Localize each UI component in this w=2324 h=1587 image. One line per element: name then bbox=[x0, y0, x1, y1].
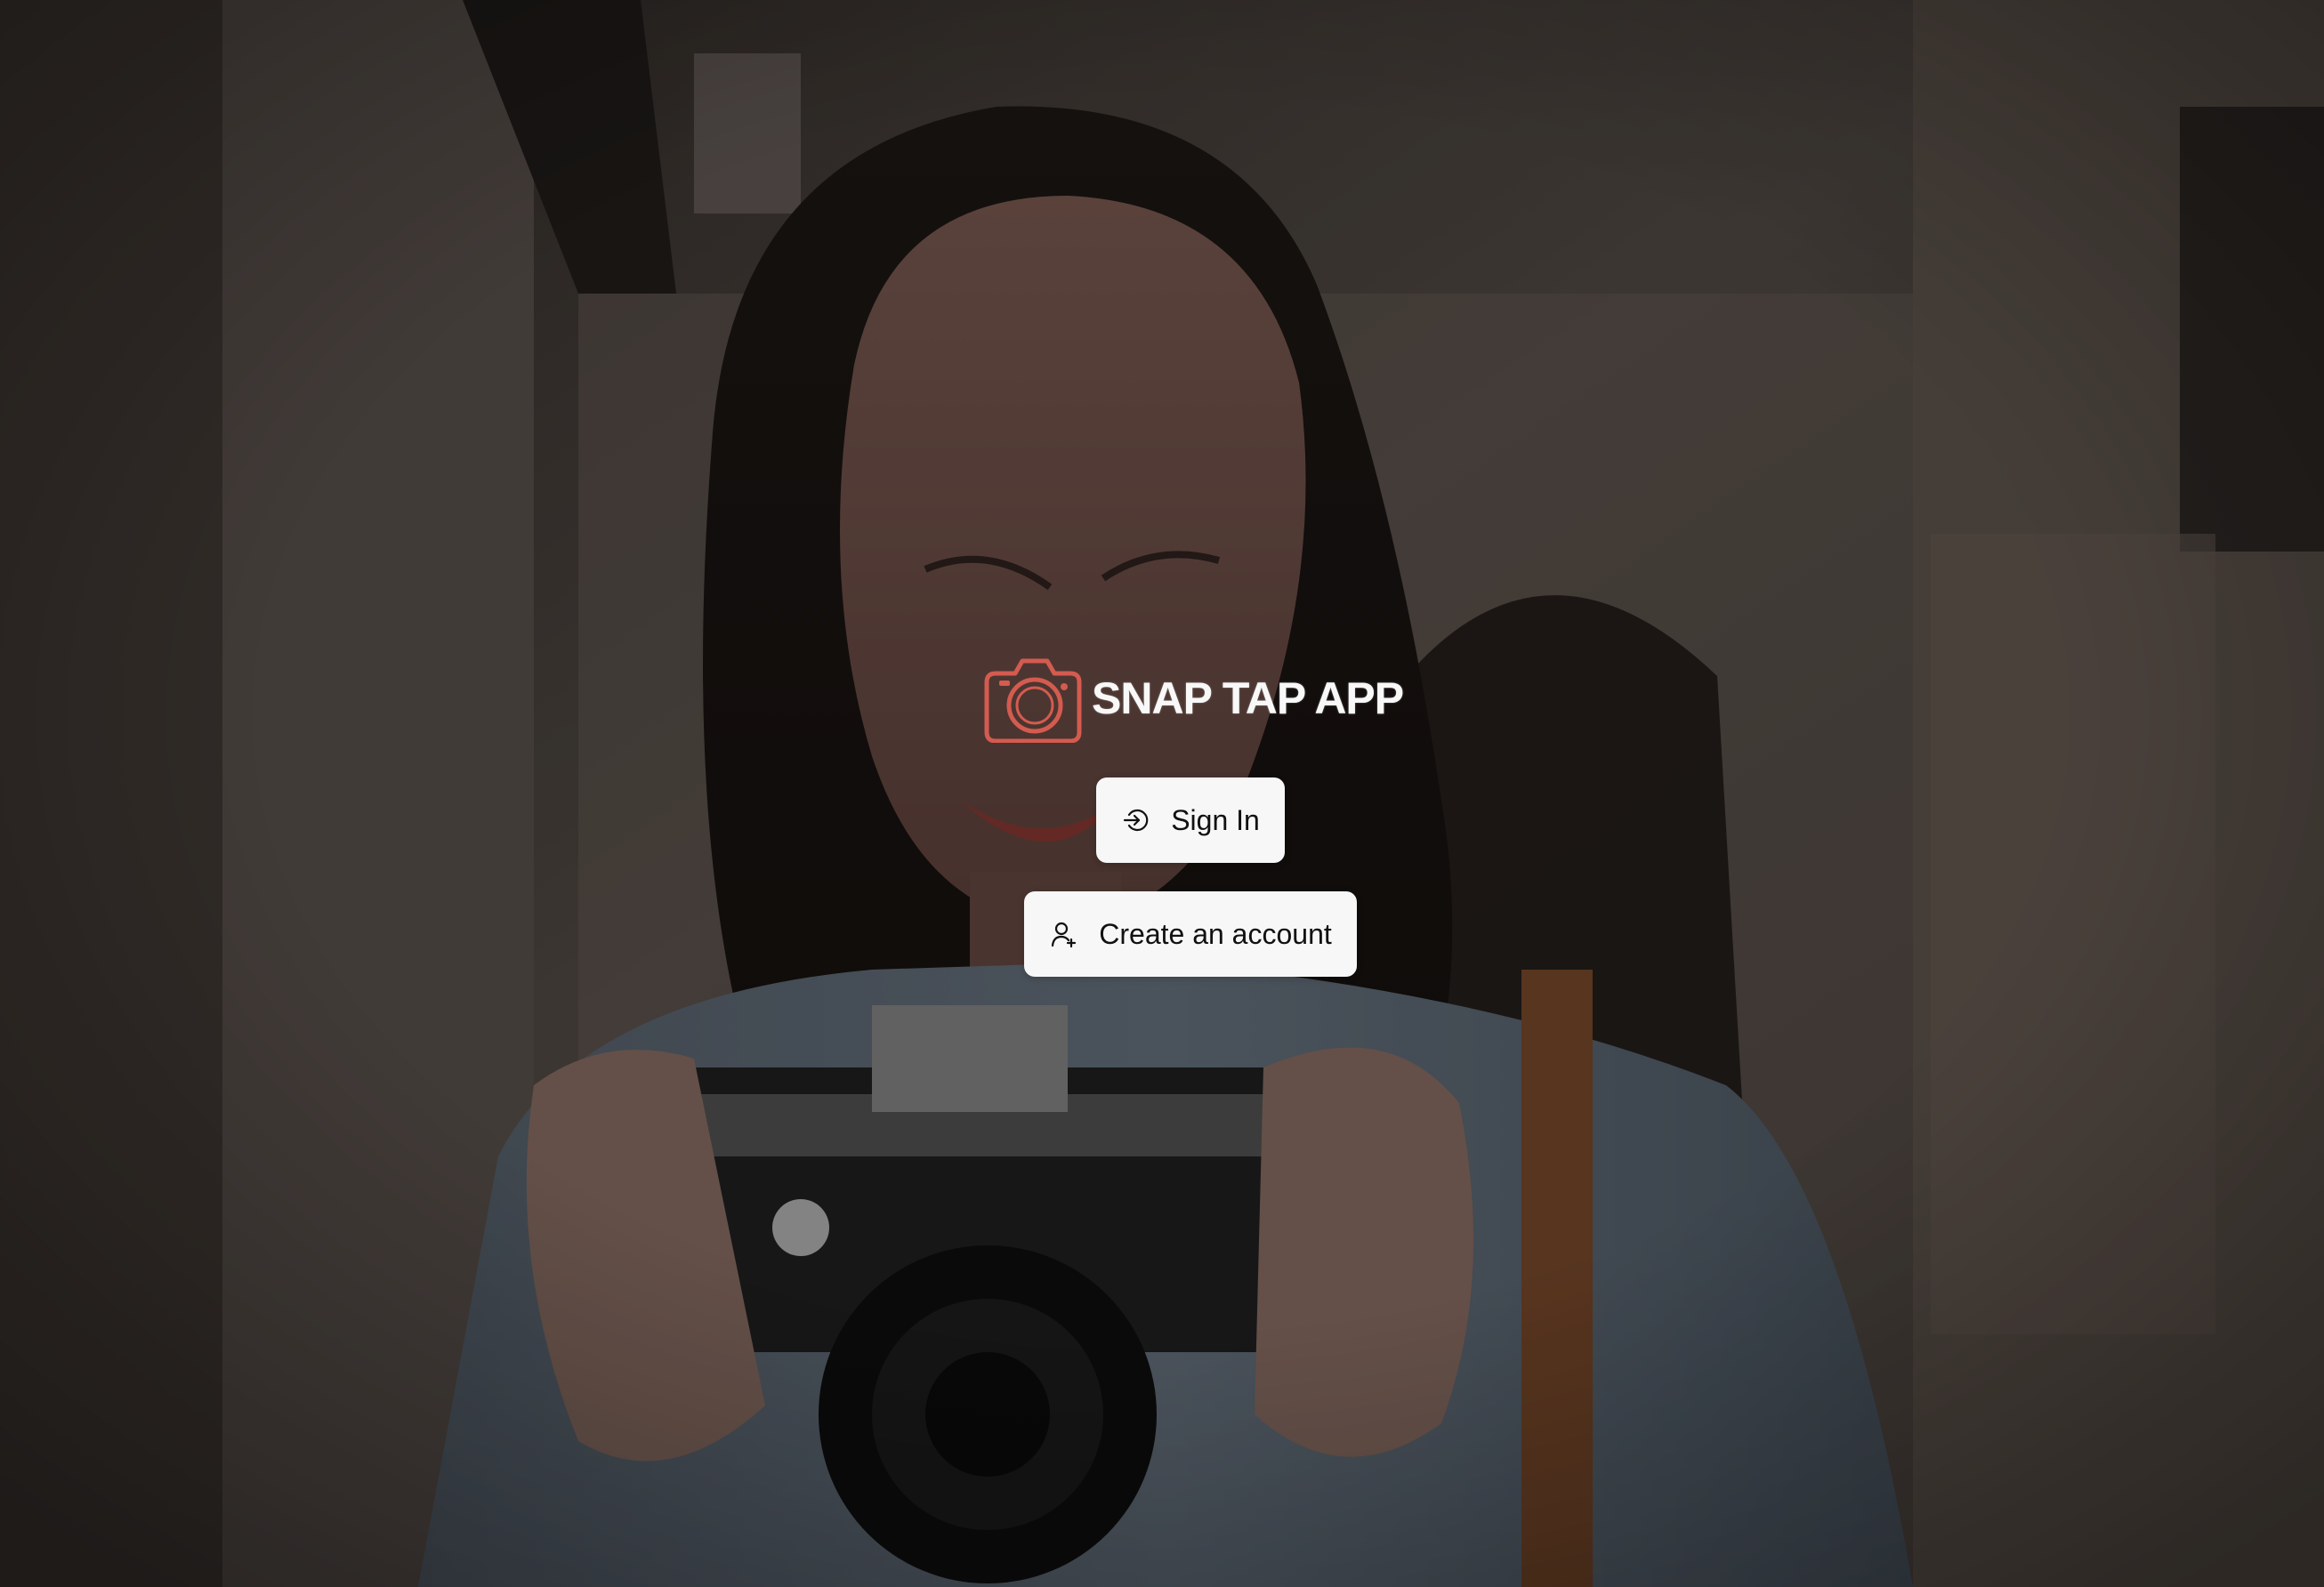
landing-content: SNAP TAP APP Sign In Create an account bbox=[0, 0, 2324, 1587]
brand-logo: SNAP TAP APP bbox=[983, 654, 1404, 743]
create-account-button[interactable]: Create an account bbox=[1024, 891, 1357, 977]
camera-icon bbox=[984, 658, 1082, 743]
sign-in-button[interactable]: Sign In bbox=[1096, 777, 1285, 863]
brand-name: SNAP TAP APP bbox=[1092, 673, 1404, 723]
sign-in-label: Sign In bbox=[1171, 803, 1260, 836]
landing-screen: SNAP TAP APP Sign In Create an account bbox=[0, 0, 2324, 1587]
sign-in-icon bbox=[1121, 805, 1151, 835]
create-account-label: Create an account bbox=[1099, 917, 1332, 950]
user-add-icon bbox=[1049, 919, 1079, 949]
